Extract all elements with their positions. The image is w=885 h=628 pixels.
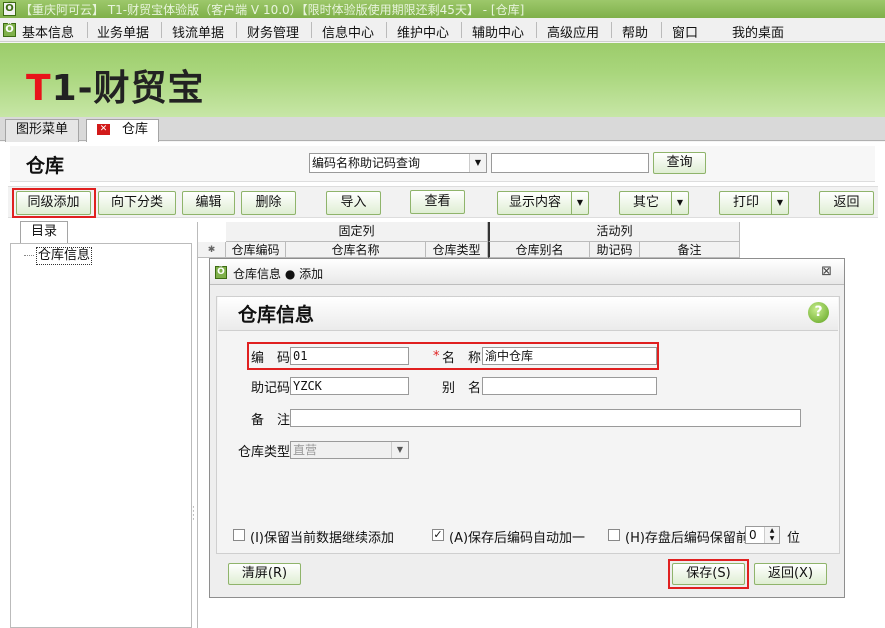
menu-separator: [236, 22, 237, 38]
remark-label: 备 注: [251, 413, 291, 428]
delete-button[interactable]: 删除: [241, 191, 296, 215]
required-marker: *: [433, 349, 440, 364]
tab-warehouse[interactable]: ✕ 仓库: [86, 119, 160, 142]
tree-panel: [10, 243, 192, 628]
close-icon[interactable]: ⊠: [821, 264, 832, 279]
dialog-heading: 仓库信息: [238, 304, 315, 326]
chevron-down-icon[interactable]: ▼: [771, 192, 788, 214]
tree-connector: [24, 255, 34, 256]
column-header[interactable]: 助记码: [590, 242, 640, 258]
auto-increment-label[interactable]: (A)保存后编码自动加一: [449, 527, 585, 546]
tab-catalog[interactable]: 目录: [20, 221, 68, 243]
column-header[interactable]: 仓库编码: [226, 242, 286, 258]
menu-basic-info[interactable]: 基本信息: [22, 22, 74, 41]
name-input[interactable]: 渝中仓库: [482, 347, 657, 365]
other-button[interactable]: 其它 ▼: [619, 191, 689, 215]
keep-data-checkbox[interactable]: [233, 529, 245, 541]
help-icon[interactable]: ?: [808, 302, 829, 323]
menu-separator: [661, 22, 662, 38]
same-level-add-button[interactable]: 同级添加: [16, 191, 91, 215]
edit-button[interactable]: 编辑: [182, 191, 235, 215]
menu-separator: [386, 22, 387, 38]
chevron-down-icon[interactable]: ▼: [469, 154, 486, 172]
alias-label: 别 名: [442, 381, 482, 396]
menu-separator: [311, 22, 312, 38]
warehouse-type-label: 仓库类型: [238, 445, 291, 460]
print-button[interactable]: 打印 ▼: [719, 191, 789, 215]
view-button[interactable]: 查看: [410, 190, 465, 214]
warehouse-type-select: 直营 ▼: [290, 441, 409, 459]
query-input[interactable]: [491, 153, 649, 173]
app-icon: Ő: [215, 266, 227, 279]
menu-advanced[interactable]: 高级应用: [547, 22, 599, 41]
code-label: 编 码: [251, 351, 291, 366]
code-input[interactable]: 01: [290, 347, 409, 365]
grid-group-fixed: 固定列: [226, 222, 488, 242]
remark-input[interactable]: [290, 409, 801, 427]
display-content-button[interactable]: 显示内容 ▼: [497, 191, 589, 215]
chevron-down-icon: ▼: [391, 442, 408, 458]
menu-business-docs[interactable]: 业务单据: [97, 22, 149, 41]
column-header[interactable]: 仓库类型: [426, 242, 488, 258]
window-title-bar: Ő 【重庆阿可云】 T1-财贸宝体验版（客户端 V 10.0）【限时体验版使用期…: [0, 0, 885, 18]
menu-separator: [87, 22, 88, 38]
grid-group-active: 活动列: [488, 222, 740, 242]
keep-data-label[interactable]: (I)保留当前数据继续添加: [250, 527, 394, 546]
menu-separator: [611, 22, 612, 38]
menu-separator: [536, 22, 537, 38]
app-menu-icon[interactable]: Ő: [3, 23, 16, 37]
chevron-down-icon[interactable]: ▼: [571, 192, 588, 214]
keep-prefix-label[interactable]: (H)存盘后编码保留前: [625, 527, 749, 546]
product-logo: T1-财贸宝: [26, 68, 205, 109]
splitter-handle[interactable]: · · · ·: [192, 504, 196, 525]
keep-prefix-checkbox[interactable]: [608, 529, 620, 541]
menu-help[interactable]: 帮助: [622, 22, 648, 41]
grid-row-marker: ✱: [198, 242, 226, 258]
save-button[interactable]: 保存(S): [672, 563, 745, 585]
clear-button[interactable]: 清屏(R): [228, 563, 301, 585]
menu-window[interactable]: 窗口: [672, 22, 698, 41]
menu-finance[interactable]: 财务管理: [247, 22, 299, 41]
menu-info-center[interactable]: 信息中心: [322, 22, 374, 41]
column-header[interactable]: 备注: [640, 242, 740, 258]
menu-bar: Ő 基本信息 业务单据 钱流单据 财务管理 信息中心 维护中心 辅助中心 高级应…: [0, 18, 885, 42]
chevron-down-icon[interactable]: ▼: [671, 192, 688, 214]
app-icon: Ő: [3, 2, 16, 16]
alias-input[interactable]: [482, 377, 657, 395]
mnemonic-input[interactable]: YZCK: [290, 377, 409, 395]
column-header[interactable]: 仓库别名: [488, 242, 590, 258]
menu-maintenance[interactable]: 维护中心: [397, 22, 449, 41]
import-button[interactable]: 导入: [326, 191, 381, 215]
page-title: 仓库: [26, 155, 65, 177]
window-title: 【重庆阿可云】 T1-财贸宝体验版（客户端 V 10.0）【限时体验版使用期限还…: [20, 3, 525, 17]
auto-increment-checkbox[interactable]: ✓: [432, 529, 444, 541]
document-tabs: 图形菜单 ✕ 仓库: [0, 117, 885, 142]
dialog-back-button[interactable]: 返回(X): [754, 563, 827, 585]
menu-assist[interactable]: 辅助中心: [472, 22, 524, 41]
add-child-button[interactable]: 向下分类: [98, 191, 176, 215]
menu-separator: [161, 22, 162, 38]
menu-cashflow-docs[interactable]: 钱流单据: [172, 22, 224, 41]
tree-item-warehouse-info[interactable]: 仓库信息: [36, 247, 93, 265]
stepper-arrows-icon[interactable]: ▲ ▼: [764, 527, 779, 543]
menu-separator: [461, 22, 462, 38]
name-label: 名 称: [442, 351, 482, 366]
dialog-title: 仓库信息 ● 添加: [233, 267, 324, 281]
back-button[interactable]: 返回: [819, 191, 874, 215]
app-banner: T1-财贸宝: [0, 43, 885, 117]
query-type-select[interactable]: 编码名称助记码查询 ▼: [309, 153, 487, 173]
prefix-digits-stepper[interactable]: 0 ▲ ▼: [745, 526, 780, 544]
menu-my-desktop[interactable]: 我的桌面: [732, 22, 784, 41]
close-tab-icon[interactable]: ✕: [97, 124, 110, 135]
mnemonic-label: 助记码: [251, 381, 291, 396]
tab-graphic-menu[interactable]: 图形菜单: [5, 119, 80, 142]
digits-unit-label: 位: [787, 531, 801, 546]
query-button[interactable]: 查询: [653, 152, 706, 174]
dialog-title-bar: Ő 仓库信息 ● 添加 ⊠: [210, 259, 844, 285]
column-header[interactable]: 仓库名称: [286, 242, 426, 258]
